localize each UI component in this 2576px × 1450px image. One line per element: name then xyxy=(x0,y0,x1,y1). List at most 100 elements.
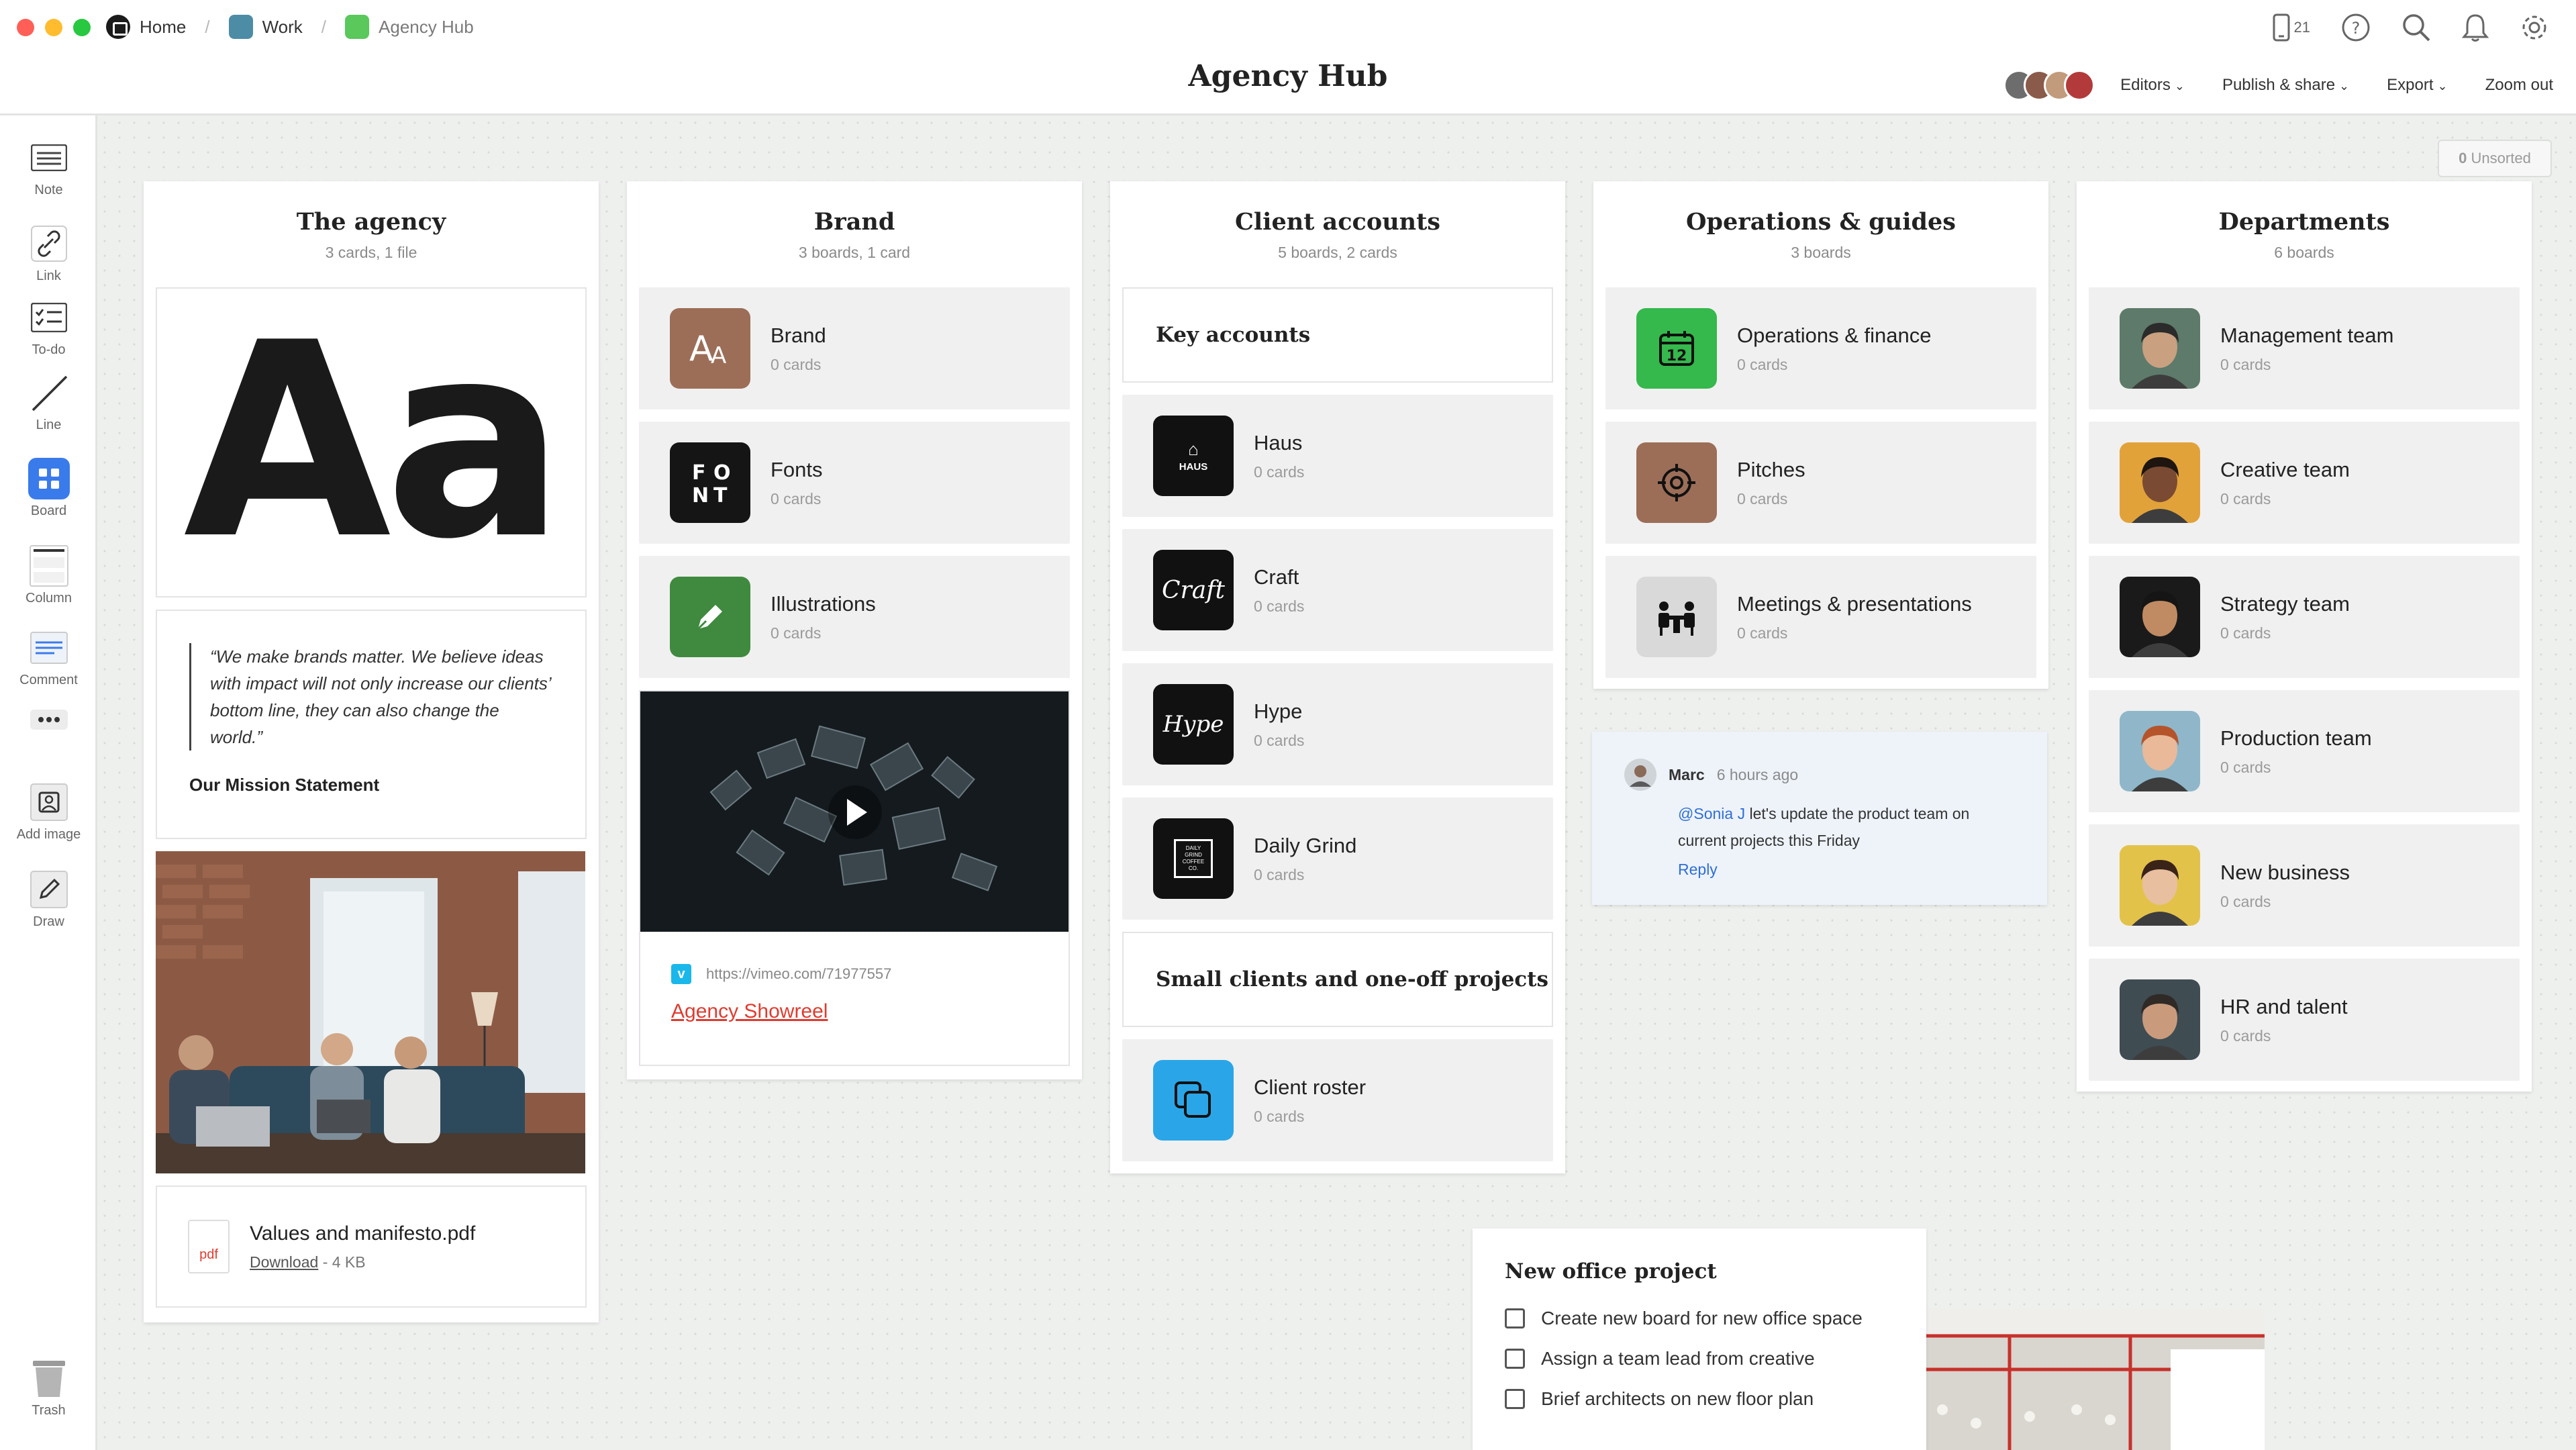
tool-trash[interactable]: Trash xyxy=(0,1356,97,1418)
todo-icon xyxy=(30,303,67,332)
board-card-department[interactable]: HR and talent 0 cards xyxy=(2089,959,2520,1081)
zoom-window-button[interactable] xyxy=(73,19,91,36)
board-name: Fonts xyxy=(771,457,823,481)
help-icon[interactable]: ? xyxy=(2341,13,2371,42)
board-count: 0 cards xyxy=(1254,865,1305,883)
craft-logo-icon: Craft xyxy=(1153,550,1234,630)
column-title: Brand xyxy=(813,208,895,236)
editors-menu[interactable]: Editors ⌄ xyxy=(2120,76,2185,95)
file-size: - 4 KB xyxy=(322,1253,366,1271)
todo-card[interactable]: New office project Create new board for … xyxy=(1473,1228,1926,1450)
export-menu[interactable]: Export ⌄ xyxy=(2387,76,2447,95)
settings-gear-icon[interactable] xyxy=(2520,13,2549,42)
todo-item[interactable]: Create new board for new office space xyxy=(1505,1298,1894,1339)
board-card-craft[interactable]: Craft Craft 0 cards xyxy=(1122,529,1553,651)
tool-note[interactable]: Note xyxy=(0,136,97,198)
mention-link[interactable]: @Sonia J xyxy=(1678,805,1745,822)
board-card-hype[interactable]: Hype Hype 0 cards xyxy=(1122,663,1553,785)
video-link[interactable]: Agency Showreel xyxy=(671,1000,1036,1023)
checkbox[interactable] xyxy=(1505,1389,1525,1409)
board-icon xyxy=(228,15,253,39)
breadcrumb-separator: / xyxy=(321,16,327,37)
tool-link[interactable]: Link xyxy=(0,222,97,284)
board-card-department[interactable]: Management team 0 cards xyxy=(2089,287,2520,409)
video-thumbnail[interactable] xyxy=(640,691,1070,932)
board-count: 0 cards xyxy=(2220,624,2271,642)
tool-label: To-do xyxy=(32,342,66,357)
column-title: Client accounts xyxy=(1235,208,1440,236)
tool-comment[interactable]: Comment xyxy=(0,626,97,688)
breadcrumb-agency-hub[interactable]: Agency Hub xyxy=(345,15,474,39)
board-card-haus[interactable]: ⌂ HAUS Haus 0 cards xyxy=(1122,395,1553,517)
board-card-department[interactable]: New business 0 cards xyxy=(2089,824,2520,947)
minimize-window-button[interactable] xyxy=(45,19,62,36)
column-header: Brand 3 boards, 1 card xyxy=(639,181,1070,287)
tool-draw[interactable]: Draw xyxy=(0,867,97,930)
file-card[interactable]: pdf Values and manifesto.pdf Download - … xyxy=(156,1186,587,1308)
column-brand[interactable]: Brand 3 boards, 1 card AA Brand 0 cards F… xyxy=(627,181,1082,1079)
header-actions: Editors ⌄ Publish & share ⌄ Export ⌄ Zoom o… xyxy=(2003,70,2553,101)
checkbox[interactable] xyxy=(1505,1349,1525,1369)
board-card-department[interactable]: Creative team 0 cards xyxy=(2089,422,2520,544)
tool-todo[interactable]: To-do xyxy=(0,295,97,358)
column-operations-guides[interactable]: Operations & guides 3 boards 12 Operatio… xyxy=(1593,181,2048,689)
logo-text: Hype xyxy=(1162,711,1224,738)
tool-more[interactable] xyxy=(0,706,97,733)
svg-text:O: O xyxy=(713,461,731,485)
todo-item[interactable]: Brief architects on new floor plan xyxy=(1505,1379,1894,1419)
devices-button[interactable]: 21 xyxy=(2273,13,2310,42)
breadcrumb-work[interactable]: Work xyxy=(228,15,303,39)
zoom-out-button[interactable]: Zoom out xyxy=(2485,76,2553,95)
logo-text: HAUS xyxy=(1179,461,1208,473)
board-name: Client roster xyxy=(1254,1075,1367,1099)
bell-icon[interactable] xyxy=(2462,13,2489,42)
board-card-illustrations[interactable]: Illustrations 0 cards xyxy=(639,556,1070,678)
board-card-department[interactable]: Strategy team 0 cards xyxy=(2089,556,2520,678)
download-link[interactable]: Download xyxy=(250,1253,318,1271)
board-card-client-roster[interactable]: Client roster 0 cards xyxy=(1122,1039,1553,1161)
tool-column[interactable]: Column xyxy=(0,544,97,606)
comment-card[interactable]: Marc 6 hours ago @Sonia J let's update t… xyxy=(1592,732,2047,905)
board-card-fonts[interactable]: FONT Fonts 0 cards xyxy=(639,422,1070,544)
board-card-meetings-presentations[interactable]: Meetings & presentations 0 cards xyxy=(1605,556,2036,678)
board-icon xyxy=(345,15,370,39)
tool-line[interactable]: Line xyxy=(0,371,97,433)
todo-item[interactable]: Assign a team lead from creative xyxy=(1505,1339,1894,1379)
board-name: Pitches xyxy=(1737,457,1805,481)
office-photo-card[interactable] xyxy=(156,851,587,1173)
svg-text:N: N xyxy=(692,484,709,506)
reply-link[interactable]: Reply xyxy=(1678,861,2015,879)
breadcrumb-home[interactable]: Home xyxy=(106,15,186,39)
board-name: Strategy team xyxy=(2220,591,2350,616)
video-card[interactable]: v https://vimeo.com/71977557 Agency Show… xyxy=(639,690,1070,1066)
unsorted-button[interactable]: 0 Unsorted xyxy=(2438,140,2552,177)
image-icon xyxy=(30,783,68,821)
board-card-brand[interactable]: AA Brand 0 cards xyxy=(639,287,1070,409)
video-url: https://vimeo.com/71977557 xyxy=(706,965,892,982)
board-card-daily-grind[interactable]: DAILY GRIND COFFEE CO. Daily Grind 0 card… xyxy=(1122,798,1553,920)
chevron-down-icon: ⌄ xyxy=(2437,79,2448,93)
close-window-button[interactable] xyxy=(17,19,34,36)
file-name: Values and manifesto.pdf xyxy=(250,1222,476,1245)
board-card-department[interactable]: Production team 0 cards xyxy=(2089,690,2520,812)
trash-icon xyxy=(32,1361,65,1397)
search-icon[interactable] xyxy=(2401,13,2431,42)
tool-add-image[interactable]: Add image xyxy=(0,780,97,842)
editor-avatars[interactable] xyxy=(2003,70,2095,101)
publish-share-menu[interactable]: Publish & share ⌄ xyxy=(2222,76,2349,95)
key-accounts-heading[interactable]: Key accounts xyxy=(1122,287,1553,383)
typeface-card[interactable]: Aa xyxy=(156,287,587,597)
board-count: 0 cards xyxy=(2220,758,2271,776)
tool-label: Link xyxy=(36,269,61,283)
checkbox[interactable] xyxy=(1505,1308,1525,1328)
column-client-accounts[interactable]: Client accounts 5 boards, 2 cards Key ac… xyxy=(1110,181,1565,1173)
column-departments[interactable]: Departments 6 boards Management team 0 ca… xyxy=(2077,181,2532,1092)
tool-board[interactable]: Board xyxy=(0,456,97,519)
small-clients-heading[interactable]: Small clients and one-off projects xyxy=(1122,932,1553,1027)
board-card-operations-finance[interactable]: 12 Operations & finance 0 cards xyxy=(1605,287,2036,409)
file-type-label: pdf xyxy=(199,1247,218,1262)
board-card-pitches[interactable]: Pitches 0 cards xyxy=(1605,422,2036,544)
tool-label: Add image xyxy=(16,827,81,842)
mission-statement-card[interactable]: “We make brands matter. We believe ideas… xyxy=(156,610,587,839)
column-the-agency[interactable]: The agency 3 cards, 1 file Aa “We make b… xyxy=(144,181,599,1322)
